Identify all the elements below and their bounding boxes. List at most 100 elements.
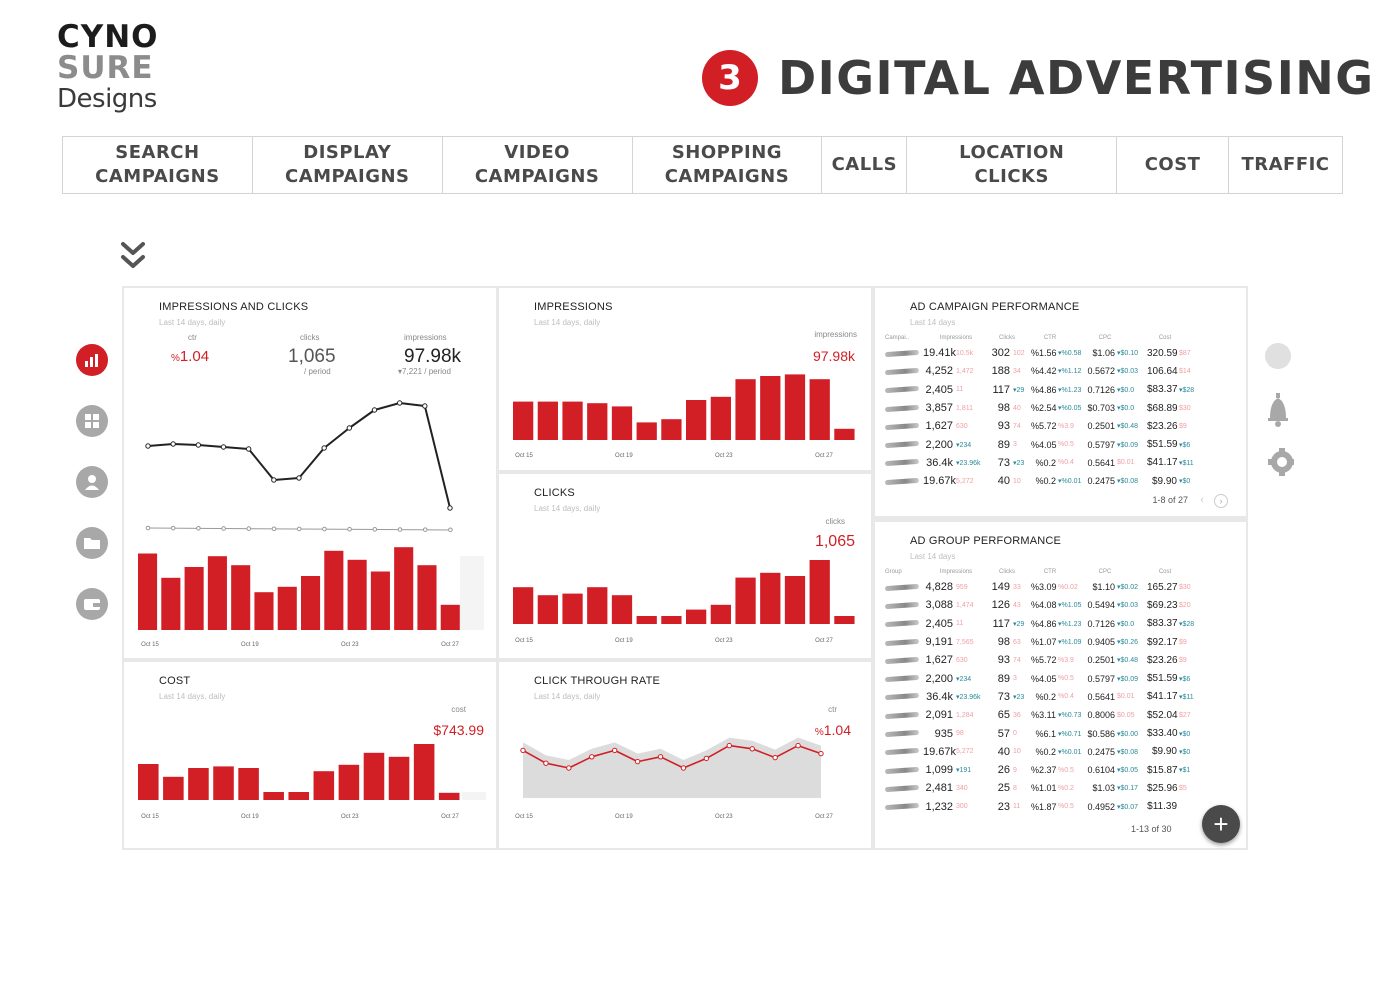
- table-row[interactable]: 2,481 340 25 8 %1.01 %0.2 $1.03 ▾$0.17 $25.96 $5: [884, 779, 1236, 797]
- column-header[interactable]: Cost: [1137, 335, 1193, 341]
- table-cell: $14: [1179, 367, 1191, 375]
- card-cost: COST Last 14 days, daily cost $743.99 Oc…: [124, 662, 496, 848]
- table-cell: $15.87: [1147, 764, 1178, 776]
- table-row[interactable]: 2,405 11 117 ▾29 %4.86 ▾%1.23 0.7126 ▾$0.0 $83.3…: [884, 615, 1236, 633]
- table-cell: ▾$0.26: [1117, 639, 1139, 647]
- person-icon[interactable]: [76, 466, 108, 498]
- chart-bar: [363, 752, 385, 800]
- column-header[interactable]: CPC: [1073, 569, 1137, 575]
- folder-icon[interactable]: [76, 527, 108, 559]
- redacted-name: [884, 674, 920, 683]
- column-header[interactable]: Group: [885, 569, 925, 575]
- tab-shopping-campaigns[interactable]: SHOPPING CAMPAIGNS: [633, 137, 823, 193]
- table-cell: %1.87: [1031, 801, 1057, 812]
- table-cell: %0.02: [1058, 583, 1078, 591]
- tab-search-campaigns[interactable]: SEARCH CAMPAIGNS: [63, 137, 253, 193]
- line-point: [346, 425, 353, 431]
- wallet-icon[interactable]: [76, 588, 108, 620]
- chart-bar: [438, 792, 460, 800]
- table-row[interactable]: 1,099 ▾191 26 9 %2.37 %0.5 0.6104 ▾$0.05 $15.87 ▾…: [884, 761, 1236, 779]
- redacted-name: [884, 693, 920, 701]
- table-row[interactable]: 1,627 630 93 74 %5.72 %3.9 0.2501 ▾$0.48 $23.26 $…: [884, 651, 1236, 669]
- table-row[interactable]: 1,232 300 23 11 %1.87 %0.5 0.4952 ▾$0.07 $11.39: [884, 798, 1236, 816]
- tab-calls[interactable]: CALLS: [822, 137, 908, 193]
- column-header[interactable]: Clicks: [987, 569, 1027, 575]
- ctr-point: [611, 747, 618, 754]
- add-button[interactable]: +: [1202, 805, 1240, 843]
- table-row[interactable]: 2,091 1,284 65 36 %3.11 ▾%0.73 0.8006 $0.05 $52.…: [884, 706, 1236, 724]
- column-header[interactable]: Impressions: [925, 335, 987, 341]
- table-row[interactable]: 4,252 1,472 188 34 %4.42 ▾%1.12 0.5672 ▾$0.03 10…: [884, 362, 1236, 380]
- column-header[interactable]: CTR: [1027, 335, 1073, 341]
- grid-icon[interactable]: [76, 405, 108, 437]
- tab-location-clicks[interactable]: LOCATION CLICKS: [907, 137, 1118, 193]
- table-cell: ▾%0.05: [1058, 405, 1082, 413]
- tab-video-campaigns[interactable]: VIDEO CAMPAIGNS: [443, 137, 633, 193]
- column-header[interactable]: Clicks: [987, 335, 1027, 341]
- table-row[interactable]: 19.67k 5,272 40 10 %0.2 ▾%0.01 0.2475 ▾$0.08 $9.…: [884, 472, 1236, 490]
- table-cell: 0.2501: [1087, 655, 1115, 666]
- tab-display-campaigns[interactable]: DISPLAY CAMPAIGNS: [253, 137, 443, 193]
- redacted-name: [884, 583, 920, 591]
- table-row[interactable]: 935 98 57 0 %6.1 ▾%0.71 $0.586 ▾$0.00 $33.40 ▾$0: [884, 724, 1236, 742]
- tab-traffic[interactable]: TRAFFIC: [1229, 137, 1342, 193]
- table-cell: 9,191: [925, 636, 953, 649]
- table-row[interactable]: 3,088 1,474 126 43 %4.08 ▾%1.05 0.5494 ▾$0.03 $6…: [884, 596, 1236, 614]
- tab-label-line-2: CAMPAIGNS: [95, 166, 220, 187]
- column-header[interactable]: Impressions: [925, 569, 987, 575]
- baseline-point: [397, 527, 403, 532]
- table-cell: $69.23: [1147, 599, 1178, 611]
- tab-cost[interactable]: COST: [1117, 137, 1230, 193]
- table-row[interactable]: 19.41k 10.5k 302 102 %1.56 ▾%0.58 $1.06 ▾$0.10 3…: [884, 344, 1236, 362]
- x-tick-label: Oct 27: [815, 453, 833, 459]
- table-row[interactable]: 2,405 11 117 ▾29 %4.86 ▾%1.23 0.7126 ▾$0.0 $83.3…: [884, 381, 1236, 399]
- table-cell: $51.59: [1147, 673, 1178, 685]
- double-chevron-down-icon[interactable]: [120, 240, 146, 277]
- bar-chart-icon[interactable]: [76, 344, 108, 376]
- chart-bar: [324, 550, 344, 630]
- column-header[interactable]: Cost: [1137, 569, 1193, 575]
- table-row[interactable]: 4,828 959 149 33 %3.09 %0.02 $1.10 ▾$0.02 165.27…: [884, 578, 1236, 596]
- tab-label-line-1: SEARCH: [115, 142, 200, 163]
- table-cell: %0.4: [1058, 693, 1074, 701]
- table-cell: 40: [1013, 404, 1021, 412]
- table-cell: 2,405: [925, 617, 953, 630]
- prev-page-icon[interactable]: ‹: [1200, 494, 1204, 506]
- circle-icon[interactable]: [1265, 343, 1291, 369]
- table-row[interactable]: 19.67k 5,272 40 10 %0.2 ▾%0.01 0.2475 ▾$0.08 $9.…: [884, 743, 1236, 761]
- dashboard-panel: IMPRESSIONS AND CLICKS Last 14 days, dai…: [122, 286, 1248, 850]
- table-cell: ▾$0.0: [1117, 386, 1135, 394]
- table-row[interactable]: 9,191 7,565 98 63 %1.07 ▾%1.09 0.9405 ▾$0.26 $92…: [884, 633, 1236, 651]
- chart-bar: [636, 422, 657, 440]
- chart-bar: [562, 593, 583, 624]
- logo-line-3: Designs: [57, 84, 157, 114]
- chart-bar: [347, 559, 367, 630]
- column-header[interactable]: CPC: [1073, 335, 1137, 341]
- x-tick-label: Oct 23: [715, 638, 733, 644]
- bell-icon[interactable]: [1268, 393, 1288, 427]
- redacted-name: [884, 367, 920, 376]
- table-row[interactable]: 1,627 630 93 74 %5.72 %3.9 0.2501 ▾$0.48 $23.26 $…: [884, 417, 1236, 435]
- chart-bar: [231, 565, 251, 630]
- next-page-icon[interactable]: ›: [1214, 494, 1228, 508]
- row-name-cell: [884, 477, 923, 485]
- table-row[interactable]: 2,200 ▾234 89 3 %4.05 %0.5 0.5797 ▾$0.09 $51.59 ▾…: [884, 669, 1236, 687]
- table-cell: ▾$0.07: [1117, 803, 1139, 811]
- table-cell: 36.4k: [926, 690, 953, 703]
- table-row[interactable]: 3,857 1,811 98 40 %2.54 ▾%0.05 $0.703 ▾$0.0 $68.…: [884, 399, 1236, 417]
- baseline-point: [347, 526, 352, 532]
- gear-icon[interactable]: [1268, 448, 1296, 476]
- table-row[interactable]: 2,200 ▾234 89 3 %4.05 %0.5 0.5797 ▾$0.09 $51.59 ▾…: [884, 435, 1236, 453]
- table-cell: 2,091: [925, 709, 953, 722]
- chart-bar: [394, 547, 414, 630]
- chart-bar: [735, 577, 756, 624]
- column-header[interactable]: CTR: [1027, 569, 1073, 575]
- column-header[interactable]: Campai..: [885, 335, 925, 341]
- table-cell: %4.05: [1031, 673, 1057, 684]
- chart-bar: [809, 560, 830, 624]
- table-row[interactable]: 36.4k ▾23.96k 73 ▾23 %0.2 %0.4 0.5641 $0.01 $41.…: [884, 688, 1236, 706]
- table-cell: $9: [1179, 638, 1187, 646]
- table-row[interactable]: 36.4k ▾23.96k 73 ▾23 %0.2 %0.4 0.5641 $0.01 $41.…: [884, 454, 1236, 472]
- x-tick-label: Oct 19: [615, 453, 633, 459]
- redacted-name: [884, 620, 920, 628]
